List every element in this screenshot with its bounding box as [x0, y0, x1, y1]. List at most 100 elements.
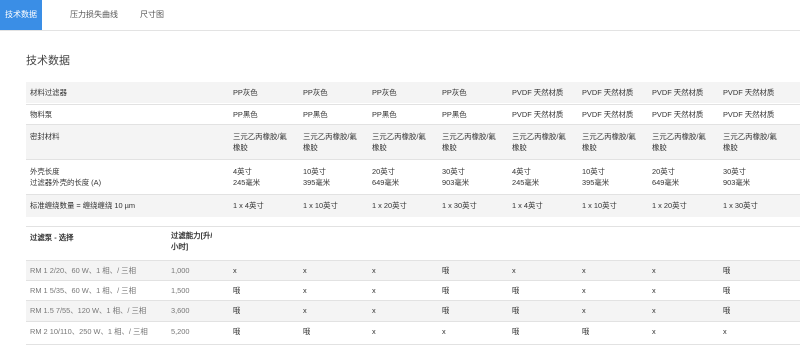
spec-cell: PVDF 天然材质: [652, 88, 704, 97]
spec-cell: 三元乙丙橡胶/氟 橡胶: [723, 132, 777, 152]
pump-row: RM 1 5/35、60 W、1 相、/ 三相 1,500 哦 x x 哦 哦 …: [26, 280, 800, 301]
spec-row-label: 外壳长度 过滤器外壳的长度 (A): [30, 167, 102, 187]
pump-column-header: 过滤泵 - 选择: [30, 233, 74, 242]
spec-cell: PVDF 天然材质: [723, 88, 775, 97]
pump-row: RM 1.5 7/55、120 W、1 相、/ 三相 3,600 哦 x x 哦…: [26, 300, 800, 322]
spec-cell: 1 x 4英寸: [512, 201, 543, 210]
compat-mark: x: [303, 266, 307, 275]
compat-mark: 哦: [233, 306, 241, 315]
spec-cell: 1 x 20英寸: [652, 201, 687, 210]
spec-cell: PP灰色: [442, 88, 467, 97]
compat-mark: 哦: [723, 286, 731, 295]
spec-row-label: 材料过滤器: [30, 88, 67, 97]
pump-capacity: 3,600: [171, 306, 190, 315]
spec-cell: PVDF 天然材质: [582, 88, 634, 97]
spec-cell: PVDF 天然材质: [582, 110, 634, 119]
pump-capacity: 1,000: [171, 266, 190, 275]
compat-mark: x: [372, 306, 376, 315]
spec-cell: 三元乙丙橡胶/氟 橡胶: [582, 132, 636, 152]
spec-cell: 1 x 10英寸: [582, 201, 617, 210]
spec-cell: 三元乙丙橡胶/氟 橡胶: [303, 132, 357, 152]
spec-cell: 4英寸 245毫米: [512, 167, 540, 187]
spec-cell: PVDF 天然材质: [512, 110, 564, 119]
spec-cell: PP灰色: [303, 88, 328, 97]
spec-row-seal-material: 密封材料 三元乙丙橡胶/氟 橡胶 三元乙丙橡胶/氟 橡胶 三元乙丙橡胶/氟 橡胶…: [26, 124, 800, 160]
spec-cell: PVDF 天然材质: [512, 88, 564, 97]
compat-mark: x: [582, 286, 586, 295]
compat-mark: x: [512, 266, 516, 275]
compat-mark: 哦: [303, 327, 311, 336]
pump-capacity: 5,200: [171, 327, 190, 336]
spec-cell: 1 x 30英寸: [723, 201, 758, 210]
compat-mark: 哦: [512, 327, 520, 336]
compat-mark: x: [723, 327, 727, 336]
pump-model: RM 1 2/20、60 W、1 相、/ 三相: [30, 266, 136, 275]
compat-mark: x: [303, 306, 307, 315]
spec-cell: 20英寸 649毫米: [372, 167, 400, 187]
pump-model: RM 2 10/110、250 W、1 相、/ 三相: [30, 327, 148, 336]
spec-row-filter-material: 材料过滤器 PP灰色 PP灰色 PP灰色 PP灰色 PVDF 天然材质 PVDF…: [26, 82, 800, 103]
spec-cell: 1 x 10英寸: [303, 201, 338, 210]
compat-mark: x: [372, 266, 376, 275]
spec-cell: PP黑色: [442, 110, 467, 119]
spec-cell: 三元乙丙橡胶/氟 橡胶: [652, 132, 706, 152]
compat-mark: x: [652, 286, 656, 295]
compat-mark: 哦: [442, 266, 450, 275]
page-title: 技术数据: [26, 55, 70, 67]
spec-row-housing-length: 外壳长度 过滤器外壳的长度 (A) 4英寸 245毫米 10英寸 395毫米 2…: [26, 159, 800, 195]
spec-cell: 1 x 4英寸: [233, 201, 264, 210]
compat-mark: x: [372, 327, 376, 336]
tab-bar: 技术数据 压力损失曲线 尺寸图: [0, 0, 800, 31]
compat-mark: 哦: [233, 327, 241, 336]
spec-cell: PP黑色: [303, 110, 328, 119]
spec-row-pump: 物料泵 PP黑色 PP黑色 PP黑色 PP黑色 PVDF 天然材质 PVDF 天…: [26, 104, 800, 125]
compat-mark: 哦: [582, 327, 590, 336]
spec-row-standard-winding: 标准缠绕数量 = 缠绕缠绕 10 µm 1 x 4英寸 1 x 10英寸 1 x…: [26, 194, 800, 217]
compat-mark: x: [652, 327, 656, 336]
spec-cell: 1 x 30英寸: [442, 201, 477, 210]
compat-mark: x: [233, 266, 237, 275]
spec-cell: 20英寸 649毫米: [652, 167, 680, 187]
compat-mark: 哦: [442, 306, 450, 315]
compat-mark: x: [442, 327, 446, 336]
spec-cell: 三元乙丙橡胶/氟 橡胶: [512, 132, 566, 152]
compat-mark: x: [582, 266, 586, 275]
compat-mark: x: [652, 266, 656, 275]
spec-cell: 30英寸 903毫米: [723, 167, 751, 187]
spec-cell: PVDF 天然材质: [723, 110, 775, 119]
tab-dimension-drawing[interactable]: 尺寸图: [130, 0, 174, 30]
compat-mark: 哦: [723, 306, 731, 315]
spec-cell: 30英寸 903毫米: [442, 167, 470, 187]
pump-model: RM 1 5/35、60 W、1 相、/ 三相: [30, 286, 136, 295]
compat-mark: 哦: [723, 266, 731, 275]
capacity-column-header: 过滤能力[升/ 小时]: [171, 231, 213, 251]
compat-mark: 哦: [512, 286, 520, 295]
spec-cell: PP灰色: [372, 88, 397, 97]
spec-cell: 三元乙丙橡胶/氟 橡胶: [233, 132, 287, 152]
spec-row-label: 物料泵: [30, 110, 53, 119]
spec-cell: PP黑色: [372, 110, 397, 119]
spec-cell: 10英寸 395毫米: [303, 167, 331, 187]
spec-row-label: 密封材料: [30, 132, 60, 141]
tab-technical-data[interactable]: 技术数据: [0, 0, 42, 30]
spec-cell: PVDF 天然材质: [652, 110, 704, 119]
pump-row: RM 1 2/20、60 W、1 相、/ 三相 1,000 x x x 哦 x …: [26, 260, 800, 281]
pump-table-header: 过滤泵 - 选择 过滤能力[升/ 小时]: [26, 226, 800, 261]
pump-model: RM 1.5 7/55、120 W、1 相、/ 三相: [30, 306, 147, 315]
spec-cell: 4英寸 245毫米: [233, 167, 261, 187]
spec-cell: 10英寸 395毫米: [582, 167, 610, 187]
pump-capacity: 1,500: [171, 286, 190, 295]
compat-mark: x: [372, 286, 376, 295]
compat-mark: 哦: [233, 286, 241, 295]
spec-cell: 三元乙丙橡胶/氟 橡胶: [372, 132, 426, 152]
compat-mark: x: [582, 306, 586, 315]
spec-cell: PP黑色: [233, 110, 258, 119]
spec-cell: 1 x 20英寸: [372, 201, 407, 210]
compat-mark: x: [652, 306, 656, 315]
spec-row-label: 标准缠绕数量 = 缠绕缠绕 10 µm: [30, 201, 136, 210]
spec-cell: PP灰色: [233, 88, 258, 97]
pump-row: RM 2 10/110、250 W、1 相、/ 三相 5,200 哦 哦 x x…: [26, 321, 800, 344]
tab-pressure-loss-curve[interactable]: 压力损失曲线: [60, 0, 128, 30]
spec-cell: 三元乙丙橡胶/氟 橡胶: [442, 132, 496, 152]
table-bottom-divider: [26, 344, 800, 345]
